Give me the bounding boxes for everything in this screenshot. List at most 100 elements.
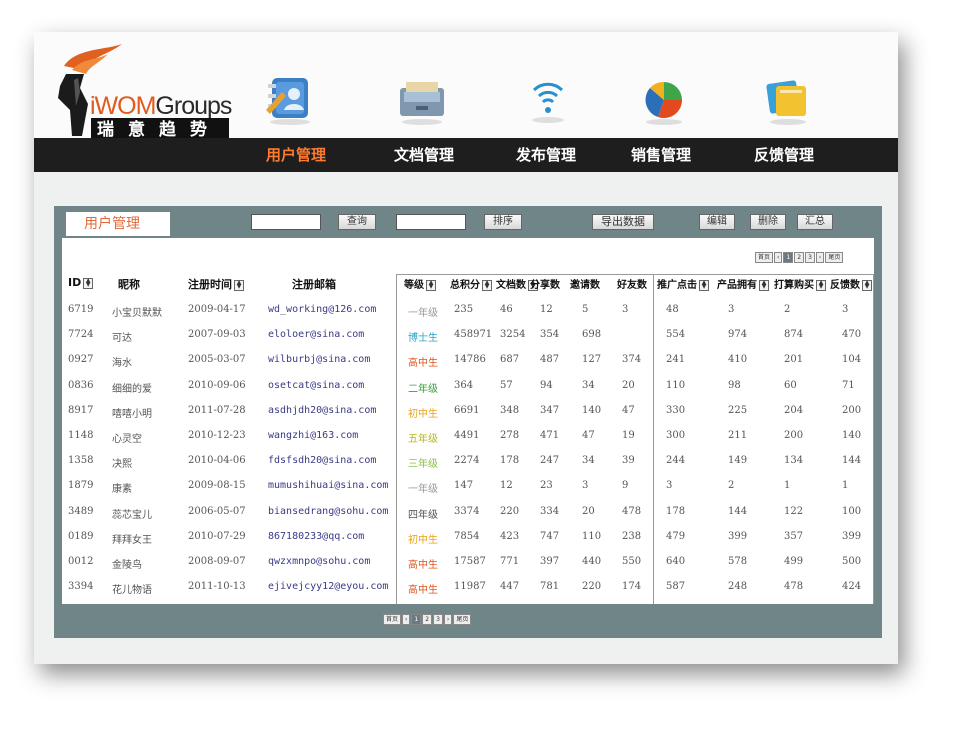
cell-feedback: 3 — [842, 304, 849, 315]
cell-feedback: 140 — [842, 430, 862, 441]
first-page-button[interactable]: 首页 — [383, 614, 402, 625]
query-input[interactable] — [251, 214, 321, 230]
cell-products: 225 — [728, 404, 748, 416]
col-date-header[interactable]: 注册时间 ▲ ▼ — [188, 276, 244, 292]
cell-invites: 110 — [582, 530, 602, 542]
summary-button[interactable]: 汇总 — [797, 214, 833, 230]
cell-level: 一年级 — [408, 308, 438, 319]
col-feedback-header[interactable]: 反馈数 ▲ ▼ — [830, 276, 872, 291]
sort-icon[interactable]: ▲ ▼ — [426, 279, 436, 291]
page-3-button[interactable]: 3 — [805, 252, 815, 263]
nav-publish-management[interactable]: 发布管理 — [516, 138, 576, 172]
cell-id: 6719 — [68, 304, 94, 315]
cell-feedback: 100 — [842, 505, 862, 517]
document-drawer-icon[interactable] — [394, 74, 450, 126]
cell-nick: 拜拜女王 — [112, 534, 152, 546]
cell-docs: 771 — [500, 556, 520, 567]
nav-feedback-management[interactable]: 反馈管理 — [754, 138, 814, 172]
cell-plan: 357 — [784, 530, 804, 542]
sort-icon[interactable]: ▲ ▼ — [816, 279, 826, 291]
sort-icon[interactable]: ▲ ▼ — [83, 277, 94, 289]
cell-shares: 781 — [540, 581, 560, 593]
cell-clicks: 300 — [666, 430, 686, 441]
cell-points: 2274 — [454, 455, 480, 467]
col-friends-header: 好友数 — [617, 280, 647, 291]
cell-friends: 19 — [622, 430, 635, 441]
cell-products: 3 — [728, 304, 735, 315]
cell-plan: 1 — [784, 480, 791, 492]
cell-email: asdhjdh20@sina.com — [268, 404, 377, 416]
page-2-button[interactable]: 2 — [794, 252, 805, 263]
cell-date: 2011-10-13 — [188, 581, 246, 593]
cell-plan: 2 — [784, 304, 791, 315]
sort-icon[interactable]: ▲ ▼ — [234, 279, 244, 291]
prev-page-button[interactable]: ‹ — [402, 614, 411, 625]
sort-input[interactable] — [396, 214, 466, 230]
nav-sales-management[interactable]: 销售管理 — [631, 138, 691, 172]
sort-icon[interactable]: ▲ ▼ — [759, 279, 769, 291]
col-products-header[interactable]: 产品拥有 ▲ ▼ — [717, 276, 769, 291]
col-points-header[interactable]: 总积分 ▲ ▼ — [450, 276, 492, 291]
cell-email: 867180233@qq.com — [268, 530, 365, 542]
cell-products: 98 — [728, 379, 741, 391]
cell-clicks: 110 — [666, 379, 686, 391]
next-page-button[interactable]: › — [443, 614, 453, 625]
header: iWOMGroups 瑞意趋势 — [34, 32, 898, 142]
nav-user-management[interactable]: 用户管理 — [266, 138, 326, 172]
cell-clicks: 330 — [666, 404, 686, 416]
page-1-button[interactable]: 1 — [783, 252, 794, 263]
cell-nick: 海水 — [112, 358, 132, 370]
query-button[interactable]: 查询 — [338, 214, 376, 230]
cell-clicks: 3 — [666, 480, 673, 492]
cell-nick: 康素 — [112, 484, 132, 496]
delete-button[interactable]: 删除 — [750, 214, 786, 230]
first-page-button[interactable]: 首页 — [755, 252, 774, 263]
cell-nick: 花儿物语 — [112, 585, 152, 597]
page-2-button[interactable]: 2 — [422, 614, 433, 625]
cell-invites: 34 — [582, 455, 595, 467]
cell-level: 一年级 — [408, 484, 438, 496]
col-id-header[interactable]: ID ▲ ▼ — [68, 276, 94, 289]
cell-docs: 12 — [500, 480, 513, 492]
cell-clicks: 554 — [666, 329, 686, 341]
last-page-button[interactable]: 尾页 — [825, 252, 844, 263]
last-page-button[interactable]: 尾页 — [453, 614, 472, 625]
cell-nick: 可达 — [112, 333, 132, 345]
prev-page-button[interactable]: ‹ — [774, 252, 783, 263]
broadcast-icon[interactable] — [520, 74, 576, 126]
panel-title: 用户管理 — [66, 212, 170, 236]
cell-invites: 220 — [582, 581, 602, 593]
export-button[interactable]: 导出数据 — [592, 214, 654, 230]
sort-icon[interactable]: ▲ ▼ — [862, 279, 872, 291]
cell-friends: 238 — [622, 530, 642, 542]
nav-document-management[interactable]: 文档管理 — [394, 138, 454, 172]
page-3-button[interactable]: 3 — [433, 614, 443, 625]
edit-button[interactable]: 编辑 — [699, 214, 735, 230]
cell-docs: 3254 — [500, 329, 526, 341]
cell-friends: 174 — [622, 581, 642, 593]
feedback-cards-icon[interactable] — [760, 74, 816, 126]
col-plan-header[interactable]: 打算购买 ▲ ▼ — [774, 276, 826, 291]
cell-id: 0927 — [68, 354, 94, 366]
cell-products: 2 — [728, 480, 735, 492]
cell-date: 2010-07-29 — [188, 530, 246, 542]
cell-shares: 23 — [540, 480, 553, 492]
cell-email: osetcat@sina.com — [268, 379, 365, 391]
sort-icon[interactable]: ▲ ▼ — [482, 279, 492, 291]
sort-icon[interactable]: ▲ ▼ — [699, 279, 709, 291]
col-level-header[interactable]: 等级 ▲ ▼ — [404, 276, 436, 291]
cell-plan: 201 — [784, 354, 804, 366]
cell-shares: 334 — [540, 505, 560, 517]
sort-button[interactable]: 排序 — [484, 214, 522, 230]
app-window: iWOMGroups 瑞意趋势 用户管理 文档管理 发布管理 销售管理 反馈管理… — [34, 32, 898, 664]
pie-chart-icon[interactable] — [636, 74, 692, 126]
cell-products: 144 — [728, 505, 748, 517]
contacts-icon[interactable] — [262, 74, 318, 126]
main-nav: 用户管理 文档管理 发布管理 销售管理 反馈管理 — [34, 138, 898, 172]
col-clicks-header[interactable]: 推广点击 ▲ ▼ — [657, 276, 709, 291]
cell-points: 147 — [454, 480, 474, 492]
cell-invites: 127 — [582, 354, 602, 366]
page-1-button[interactable]: 1 — [411, 614, 422, 625]
next-page-button[interactable]: › — [815, 252, 825, 263]
cell-products: 149 — [728, 455, 748, 467]
